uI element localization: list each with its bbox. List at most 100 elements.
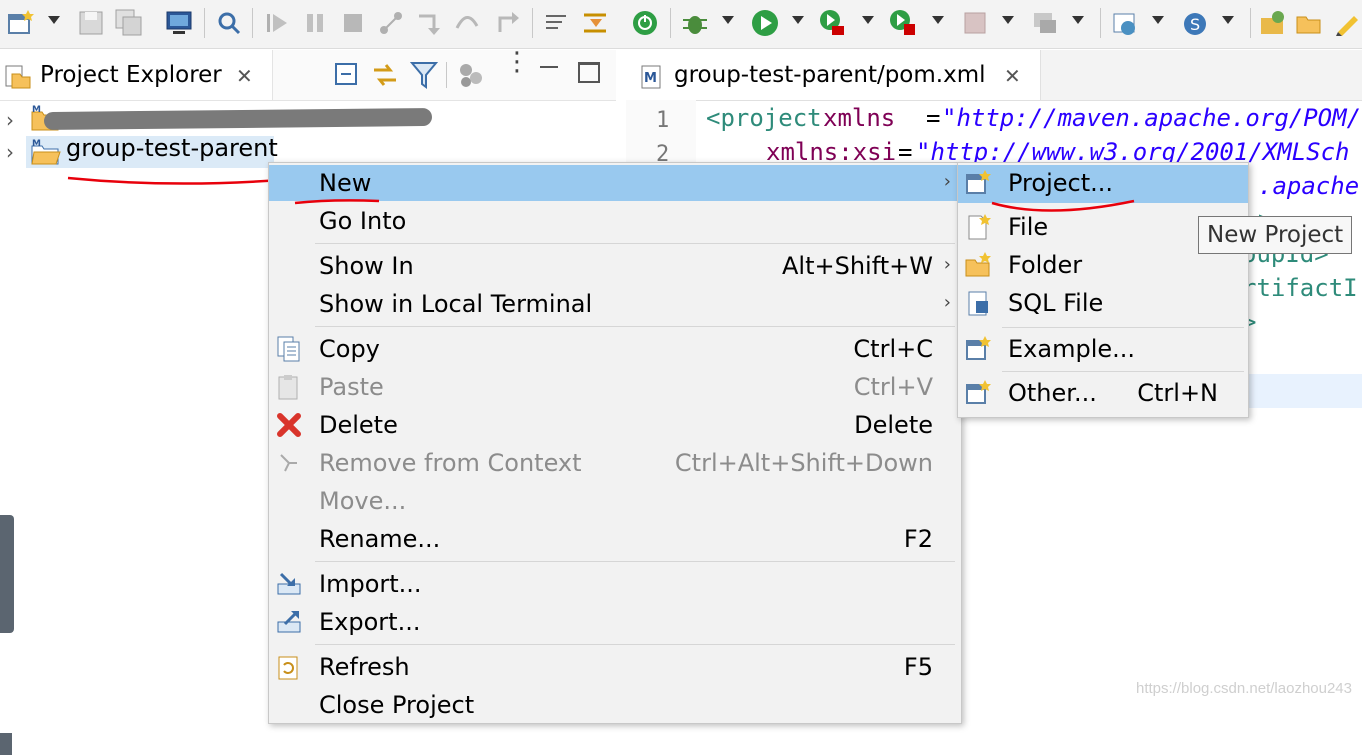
collapse-all-icon[interactable] bbox=[334, 62, 360, 88]
close-icon[interactable]: ✕ bbox=[236, 64, 253, 88]
menu-item-show-in[interactable]: Show In Alt+Shift+W › bbox=[269, 248, 961, 284]
spring-boot-icon[interactable] bbox=[630, 8, 660, 38]
code-fragment: rtifactI bbox=[1242, 274, 1358, 302]
pencil-icon[interactable] bbox=[1332, 8, 1362, 38]
paste-icon bbox=[278, 375, 298, 400]
project-explorer-icon bbox=[5, 65, 31, 89]
watermark-text: https://blog.csdn.net/laozhou243 bbox=[1136, 680, 1352, 697]
menu-item-label: Delete bbox=[319, 411, 398, 439]
view-menu-icon[interactable]: ⋮ bbox=[504, 49, 530, 75]
red-annotation-underline bbox=[67, 176, 281, 185]
menu-separator bbox=[315, 644, 955, 645]
svg-text:S: S bbox=[1190, 15, 1200, 34]
submenu-item-label: Folder bbox=[1008, 251, 1083, 279]
menu-item-new[interactable]: New › bbox=[269, 165, 961, 201]
editor-tab-title: group-test-parent/pom.xml bbox=[674, 62, 986, 88]
menu-item-copy[interactable]: Copy Ctrl+C bbox=[269, 331, 961, 367]
left-edge-widget bbox=[0, 515, 14, 633]
menu-item-shortcut: Delete bbox=[854, 411, 933, 439]
working-sets-icon[interactable] bbox=[456, 60, 486, 90]
line-number: 1 bbox=[656, 108, 670, 133]
stop-icon[interactable] bbox=[960, 8, 990, 38]
drop-to-frame-icon[interactable] bbox=[580, 8, 610, 38]
new-submenu: Project... File Folder SQL File Example.… bbox=[957, 162, 1249, 418]
menu-item-move[interactable]: Move... bbox=[269, 483, 961, 519]
code-attr: xmlns bbox=[823, 104, 896, 132]
coverage-icon[interactable] bbox=[818, 8, 848, 38]
tooltip: New Project bbox=[1198, 216, 1353, 254]
chevron-right-icon[interactable]: › bbox=[6, 108, 14, 132]
menu-item-close-project[interactable]: Close Project bbox=[269, 687, 961, 723]
minimize-icon[interactable] bbox=[540, 66, 558, 68]
menu-item-import[interactable]: Import... bbox=[269, 566, 961, 602]
terminate-icon[interactable] bbox=[338, 8, 368, 38]
step-over-icon[interactable] bbox=[452, 8, 482, 38]
submenu-item-label: Other... bbox=[1008, 379, 1097, 407]
menu-item-label: Copy bbox=[319, 335, 380, 363]
chevron-right-icon[interactable]: › bbox=[6, 140, 14, 164]
menu-item-label: Paste bbox=[319, 373, 384, 401]
new-wizard-icon[interactable] bbox=[6, 8, 36, 38]
use-step-filters-icon[interactable] bbox=[542, 8, 572, 38]
menu-item-paste[interactable]: Paste Ctrl+V bbox=[269, 369, 961, 405]
menu-item-go-into[interactable]: Go Into bbox=[269, 203, 961, 239]
run-icon[interactable] bbox=[750, 8, 780, 38]
run-external-icon[interactable] bbox=[888, 8, 918, 38]
menu-item-export[interactable]: Export... bbox=[269, 604, 961, 640]
explorer-tab-title: Project Explorer bbox=[40, 62, 222, 88]
menu-item-remove-from-context[interactable]: Remove from Context Ctrl+Alt+Shift+Down bbox=[269, 445, 961, 481]
save-icon[interactable] bbox=[76, 8, 106, 38]
link-with-editor-icon[interactable] bbox=[370, 60, 400, 90]
submenu-item-label: Project... bbox=[1008, 169, 1113, 197]
menu-item-show-in-local-terminal[interactable]: Show in Local Terminal › bbox=[269, 286, 961, 322]
new-example-icon bbox=[966, 336, 991, 360]
maximize-icon[interactable] bbox=[578, 62, 600, 83]
copy-icon bbox=[277, 336, 300, 362]
new-server-icon[interactable] bbox=[1110, 8, 1140, 38]
red-annotation-underline bbox=[991, 199, 1135, 212]
tab-project-explorer[interactable]: Project Explorer ✕ bbox=[0, 50, 273, 100]
menu-item-label: Export... bbox=[319, 608, 421, 636]
step-return-icon[interactable] bbox=[492, 8, 522, 38]
tree-item-obscured[interactable]: › M bbox=[0, 102, 616, 136]
menu-item-label: Go Into bbox=[319, 207, 407, 235]
menu-item-shortcut: Ctrl+Alt+Shift+Down bbox=[674, 449, 933, 477]
step-into-icon[interactable] bbox=[414, 8, 444, 38]
skip-icon[interactable] bbox=[262, 8, 292, 38]
menu-item-rename[interactable]: Rename... F2 bbox=[269, 521, 961, 557]
refresh-icon bbox=[278, 656, 298, 680]
terminal-icon[interactable] bbox=[164, 8, 194, 38]
open-folder-icon[interactable] bbox=[1294, 8, 1324, 38]
external-tools-icon[interactable] bbox=[1030, 8, 1060, 38]
submenu-item-sql-file[interactable]: SQL File bbox=[958, 285, 1248, 323]
filter-icon[interactable] bbox=[410, 60, 438, 90]
new-dropdown-icon[interactable] bbox=[48, 16, 60, 24]
menu-separator bbox=[1002, 327, 1244, 328]
menu-item-shortcut: Ctrl+V bbox=[853, 373, 933, 401]
tab-pom-xml[interactable]: M group-test-parent/pom.xml ✕ bbox=[626, 50, 1041, 100]
web-service-icon[interactable]: S bbox=[1180, 8, 1210, 38]
submenu-item-example[interactable]: Example... bbox=[958, 331, 1248, 369]
maven-folder-open-icon: M bbox=[31, 139, 61, 165]
menu-item-shortcut: F2 bbox=[903, 525, 933, 553]
import-icon bbox=[277, 572, 301, 595]
submenu-item-other[interactable]: Other... Ctrl+N bbox=[958, 375, 1248, 413]
delete-icon bbox=[277, 413, 301, 437]
save-all-icon[interactable] bbox=[114, 8, 144, 38]
menu-item-shortcut: Alt+Shift+W bbox=[782, 252, 933, 280]
menu-item-delete[interactable]: Delete Delete bbox=[269, 407, 961, 443]
submenu-arrow-icon: › bbox=[943, 254, 951, 275]
debug-icon[interactable] bbox=[680, 8, 710, 38]
close-icon[interactable]: ✕ bbox=[1004, 64, 1021, 88]
context-menu: New › Go Into Show In Alt+Shift+W › Show… bbox=[268, 162, 962, 724]
menu-separator bbox=[315, 326, 955, 327]
search-icon[interactable] bbox=[214, 8, 244, 38]
disconnect-icon[interactable] bbox=[376, 8, 406, 38]
export-icon bbox=[277, 610, 301, 633]
submenu-arrow-icon: › bbox=[943, 292, 951, 313]
open-type-icon[interactable] bbox=[1258, 8, 1288, 38]
code-tag: <project bbox=[706, 104, 822, 132]
left-edge-widget-bottom bbox=[0, 733, 12, 755]
suspend-icon[interactable] bbox=[300, 8, 330, 38]
menu-item-refresh[interactable]: Refresh F5 bbox=[269, 649, 961, 685]
